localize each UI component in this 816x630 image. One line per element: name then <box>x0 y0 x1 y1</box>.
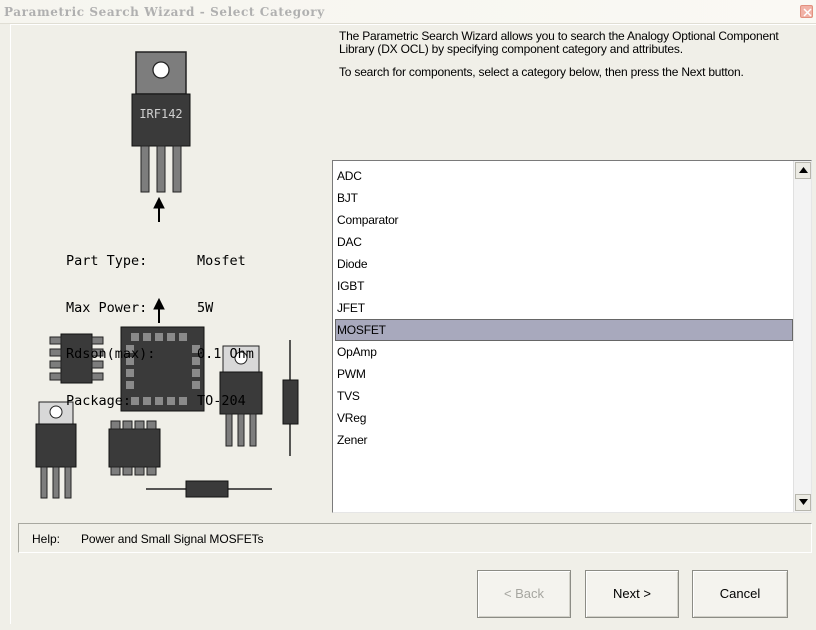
scroll-down-button[interactable] <box>795 494 811 511</box>
part-info-key: Rdson(max): <box>66 346 156 362</box>
dip-package-icon <box>108 420 161 476</box>
list-item-comparator[interactable]: Comparator <box>335 209 793 231</box>
back-button[interactable]: < Back <box>477 570 571 618</box>
list-item-jfet[interactable]: JFET <box>335 297 793 319</box>
arrow-up-icon <box>799 167 808 173</box>
list-item-pwm[interactable]: PWM <box>335 363 793 385</box>
part-info-key: Max Power: <box>66 299 148 316</box>
list-item-adc[interactable]: ADC <box>335 165 793 187</box>
description-intro: The Parametric Search Wizard allows you … <box>339 29 779 56</box>
list-item-bjt[interactable]: BJT <box>335 187 793 209</box>
part-info-row: Max Power: 5W <box>66 299 254 317</box>
chip-label: IRF142 <box>139 107 182 121</box>
next-button[interactable]: Next > <box>585 570 679 618</box>
arrow-up-icon <box>153 196 165 222</box>
list-item-tvs[interactable]: TVS <box>335 385 793 407</box>
list-item-zener[interactable]: Zener <box>335 429 793 451</box>
close-button[interactable] <box>800 5 813 18</box>
list-item-opamp[interactable]: OpAmp <box>335 341 793 363</box>
to220-package-icon <box>131 51 191 193</box>
part-info: Part Type: Mosfet Max Power: 5W Rdson(max)… <box>66 223 254 425</box>
help-label: Help: <box>32 532 61 546</box>
part-info-value: TO-204 <box>197 392 246 409</box>
part-info-value: 5W <box>197 299 214 316</box>
cancel-button[interactable]: Cancel <box>692 570 788 618</box>
category-listbox[interactable]: ADC BJT Comparator DAC Diode IGBT JFET M… <box>332 160 812 513</box>
list-item-diode[interactable]: Diode <box>335 253 793 275</box>
list-item-mosfet[interactable]: MOSFET <box>335 319 793 341</box>
category-list: ADC BJT Comparator DAC Diode IGBT JFET M… <box>335 165 793 451</box>
scroll-up-button[interactable] <box>795 162 811 179</box>
resistor-horizontal-icon <box>146 480 272 498</box>
close-icon <box>803 8 812 17</box>
part-info-row: Package: TO-204 <box>66 392 254 410</box>
resistor-vertical-icon <box>282 340 299 456</box>
part-info-key: Package: <box>66 392 132 409</box>
part-info-key: Part Type: <box>66 253 148 269</box>
description: The Parametric Search Wizard allows you … <box>339 30 811 89</box>
description-instruction: To search for components, select a categ… <box>339 65 744 79</box>
arrow-down-icon <box>799 499 808 505</box>
list-item-dac[interactable]: DAC <box>335 231 793 253</box>
help-text: Power and Small Signal MOSFETs <box>81 532 264 546</box>
part-info-value: Mosfet <box>197 253 246 269</box>
help-bar: Help: Power and Small Signal MOSFETs <box>18 523 812 553</box>
part-info-value: 0.1 Ohm <box>197 346 254 362</box>
vertical-scrollbar[interactable] <box>793 161 811 512</box>
part-info-row: Rdson(max): 0.1 Ohm <box>66 346 254 363</box>
part-info-row: Part Type: Mosfet <box>66 253 254 270</box>
list-item-igbt[interactable]: IGBT <box>335 275 793 297</box>
list-item-vreg[interactable]: VReg <box>335 407 793 429</box>
